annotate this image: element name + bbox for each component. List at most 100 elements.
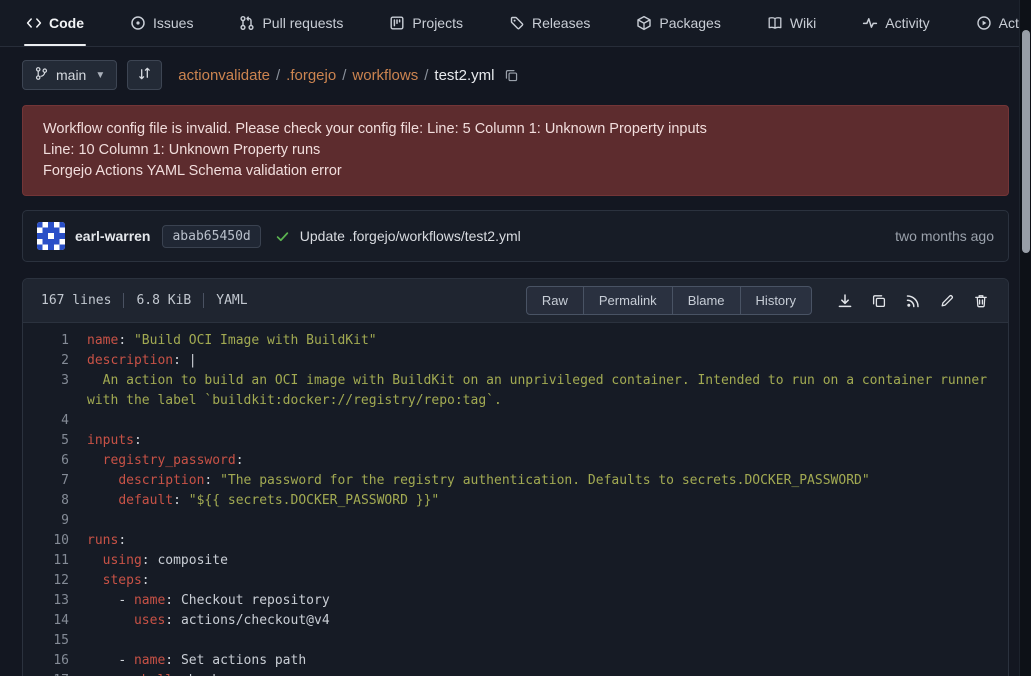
scrollbar-thumb[interactable]	[1022, 30, 1030, 253]
nav-tab-projects[interactable]: Projects	[387, 0, 465, 46]
breadcrumb-file-name: test2.yml	[434, 67, 494, 84]
line-number[interactable]: 7	[23, 471, 87, 491]
nav-tab-releases[interactable]: Releases	[507, 0, 592, 46]
error-message-line: Workflow config file is invalid. Please …	[43, 119, 988, 140]
line-number[interactable]: 5	[23, 431, 87, 451]
code-token	[87, 573, 103, 588]
line-number[interactable]: 2	[23, 351, 87, 371]
code-line-content: shell: bash	[87, 671, 1008, 676]
nav-tab-wiki[interactable]: Wiki	[765, 0, 818, 46]
nav-tab-code[interactable]: Code	[24, 0, 86, 46]
code-line-content: description: |	[87, 351, 1008, 371]
code-line-content: default: "${{ secrets.DOCKER_PASSWORD }}…	[87, 491, 1008, 511]
error-message-line: Line: 10 Column 1: Unknown Property runs	[43, 140, 988, 161]
error-banner: Workflow config file is invalid. Please …	[22, 105, 1009, 196]
rss-button[interactable]	[898, 286, 928, 316]
code-line: 2description: |	[23, 351, 1008, 371]
scrollbar-track[interactable]	[1019, 0, 1031, 676]
code-token	[87, 453, 103, 468]
code-line-content: name: "Build OCI Image with BuildKit"	[87, 331, 1008, 351]
nav-tab-label: Packages	[659, 15, 720, 31]
code-line-content: - name: Checkout repository	[87, 591, 1008, 611]
code-token	[87, 553, 103, 568]
code-token: inputs	[87, 433, 134, 448]
line-number[interactable]: 9	[23, 511, 87, 531]
copy-button[interactable]	[864, 286, 894, 316]
code-token: "${{ secrets.DOCKER_PASSWORD }}"	[189, 493, 439, 508]
trash-icon	[973, 293, 989, 309]
code-line-content	[87, 411, 1008, 431]
line-number[interactable]: 15	[23, 631, 87, 651]
line-number[interactable]: 3	[23, 371, 87, 411]
error-message-line: Forgejo Actions YAML Schema validation e…	[43, 161, 988, 182]
line-number[interactable]: 13	[23, 591, 87, 611]
code-line: 12 steps:	[23, 571, 1008, 591]
file-header: 167 lines6.8 KiBYAML RawPermalinkBlameHi…	[23, 279, 1008, 323]
line-number[interactable]: 1	[23, 331, 87, 351]
nav-tab-issues[interactable]: Issues	[128, 0, 195, 46]
code-token: An action to build an OCI image with Bui…	[87, 373, 995, 408]
code-token	[87, 613, 134, 628]
pull-request-icon	[239, 15, 255, 31]
trash-button[interactable]	[966, 286, 996, 316]
code-line-content: uses: actions/checkout@v4	[87, 611, 1008, 631]
line-number[interactable]: 17	[23, 671, 87, 676]
commit-author[interactable]: earl-warren	[75, 228, 150, 244]
code-view: 1name: "Build OCI Image with BuildKit"2d…	[23, 323, 1008, 676]
play-circle-icon	[976, 15, 992, 31]
pencil-icon	[939, 293, 955, 309]
raw-button[interactable]: Raw	[526, 286, 584, 315]
compare-button[interactable]	[127, 60, 162, 90]
code-line: 6 registry_password:	[23, 451, 1008, 471]
download-button[interactable]	[830, 286, 860, 316]
code-token: :	[142, 573, 150, 588]
line-number[interactable]: 4	[23, 411, 87, 431]
line-number[interactable]: 10	[23, 531, 87, 551]
code-line: 10runs:	[23, 531, 1008, 551]
commit-hash-button[interactable]: abab65450d	[162, 225, 260, 248]
nav-tab-label: Issues	[153, 15, 193, 31]
code-token: :	[118, 533, 126, 548]
line-number[interactable]: 8	[23, 491, 87, 511]
nav-tab-activity[interactable]: Activity	[860, 0, 931, 46]
line-number[interactable]: 6	[23, 451, 87, 471]
nav-tab-packages[interactable]: Packages	[634, 0, 722, 46]
check-icon[interactable]	[275, 229, 290, 244]
breadcrumb-separator: /	[342, 67, 346, 84]
code-token: description	[87, 353, 173, 368]
copy-icon	[871, 293, 887, 309]
commit-message[interactable]: Update .forgejo/workflows/test2.yml	[300, 228, 521, 244]
permalink-button[interactable]: Permalink	[584, 286, 673, 315]
line-number[interactable]: 11	[23, 551, 87, 571]
nav-tab-pull-requests[interactable]: Pull requests	[237, 0, 345, 46]
branch-selector-button[interactable]: main ▼	[22, 60, 117, 90]
line-number[interactable]: 12	[23, 571, 87, 591]
breadcrumb-link[interactable]: .forgejo	[286, 67, 336, 84]
line-number[interactable]: 14	[23, 611, 87, 631]
code-token: :	[165, 653, 181, 668]
code-line: 4	[23, 411, 1008, 431]
code-token: name	[134, 593, 165, 608]
code-token: :	[165, 613, 181, 628]
code-token	[87, 493, 118, 508]
blame-button[interactable]: Blame	[673, 286, 741, 315]
code-token: -	[87, 593, 134, 608]
line-number[interactable]: 16	[23, 651, 87, 671]
code-line: 14 uses: actions/checkout@v4	[23, 611, 1008, 631]
code-token: "The password for the registry authentic…	[220, 473, 870, 488]
pencil-button[interactable]	[932, 286, 962, 316]
code-line: 9	[23, 511, 1008, 531]
copy-path-icon[interactable]	[504, 68, 519, 83]
code-token: name	[87, 333, 118, 348]
code-line-content: registry_password:	[87, 451, 1008, 471]
file-meta-item: 167 lines	[35, 293, 123, 308]
code-line-content: steps:	[87, 571, 1008, 591]
breadcrumb-link[interactable]: actionvalidate	[178, 67, 270, 84]
breadcrumb-link[interactable]: workflows	[352, 67, 418, 84]
avatar[interactable]	[37, 222, 65, 250]
code-line: 15	[23, 631, 1008, 651]
code-token: default	[118, 493, 173, 508]
code-token	[87, 473, 118, 488]
history-button[interactable]: History	[741, 286, 812, 315]
nav-tab-label: Wiki	[790, 15, 816, 31]
